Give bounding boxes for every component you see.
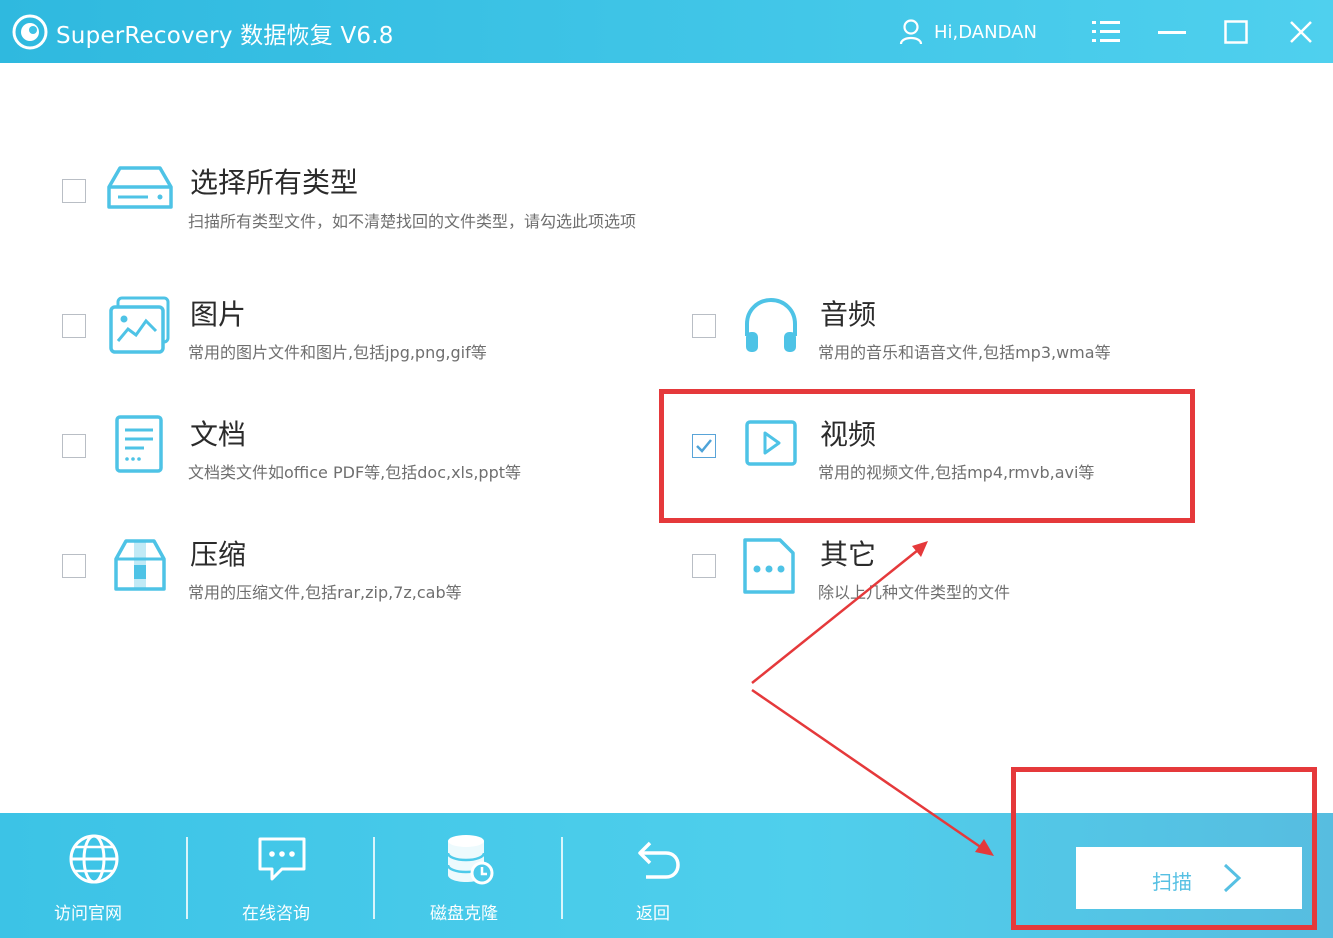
toolbar-divider [561,837,563,919]
option-title: 其它 [820,538,877,571]
chevron-right-icon [1223,863,1242,893]
disk-clone-button[interactable]: 磁盘克隆 [376,813,564,938]
checkbox-archive[interactable] [62,554,86,578]
option-description: 扫描所有类型文件，如不清楚找回的文件类型，请勾选此项选项 [188,212,637,231]
option-title: 视频 [820,418,877,451]
headphones-icon [745,297,797,352]
toolbar-divider [373,837,375,919]
maximize-button[interactable] [1218,14,1254,50]
file-type-panel: 选择所有类型 扫描所有类型文件，如不清楚找回的文件类型，请勾选此项选项 图片 常… [0,63,1333,813]
option-title: 选择所有类型 [190,166,359,199]
checkmark-icon [696,439,712,453]
option-description: 文档类文件如office PDF等,包括doc,xls,ppt等 [188,463,521,482]
minimize-button[interactable] [1154,14,1190,50]
checkbox-other[interactable] [692,554,716,578]
close-button[interactable] [1283,14,1319,50]
hard-drive-icon [107,166,173,209]
checkbox-video[interactable] [692,434,716,458]
user-account[interactable]: Hi,DANDAN [898,18,1037,46]
option-description: 除以上几种文件类型的文件 [818,583,1011,602]
title-bar: SuperRecovery 数据恢复 V6.8 Hi,DANDAN [0,0,1333,63]
minimize-icon [1158,31,1186,34]
menu-list-icon [1092,21,1120,42]
document-icon [115,415,163,473]
checkbox-picture[interactable] [62,314,86,338]
tool-label: 返回 [636,904,670,924]
option-title: 音频 [820,298,877,331]
tool-label: 访问官网 [54,904,122,924]
other-file-icon [743,538,795,594]
checkbox-audio[interactable] [692,314,716,338]
database-clone-icon [446,835,494,885]
chat-bubble-icon [258,837,306,881]
user-icon [899,19,923,45]
visit-website-button[interactable]: 访问官网 [0,813,188,938]
tool-label: 在线咨询 [242,904,310,924]
option-description: 常用的音乐和语音文件,包括mp3,wma等 [818,343,1111,362]
maximize-icon [1224,20,1248,44]
back-arrow-icon [638,841,680,879]
checkbox-all-types[interactable] [62,179,86,203]
globe-icon [69,834,119,884]
option-description: 常用的压缩文件,包括rar,zip,7z,cab等 [188,583,462,602]
user-name: Hi,DANDAN [934,21,1037,43]
picture-icon [109,296,170,354]
option-title: 压缩 [190,538,247,571]
scan-button[interactable]: 扫描 [1076,847,1302,909]
menu-button[interactable] [1088,14,1124,50]
online-consult-button[interactable]: 在线咨询 [188,813,376,938]
option-description: 常用的图片文件和图片,包括jpg,png,gif等 [188,343,487,362]
tool-label: 磁盘克隆 [430,904,498,924]
option-title: 文档 [190,418,247,451]
close-icon [1290,21,1312,43]
archive-icon [114,539,166,591]
back-button[interactable]: 返回 [564,813,752,938]
app-logo-icon [12,14,48,50]
app-title: SuperRecovery 数据恢复 V6.8 [56,23,394,49]
option-description: 常用的视频文件,包括mp4,rmvb,avi等 [818,463,1095,482]
checkbox-document[interactable] [62,434,86,458]
video-play-icon [745,420,797,466]
scan-button-label: 扫描 [1152,870,1192,894]
option-title: 图片 [190,298,247,331]
